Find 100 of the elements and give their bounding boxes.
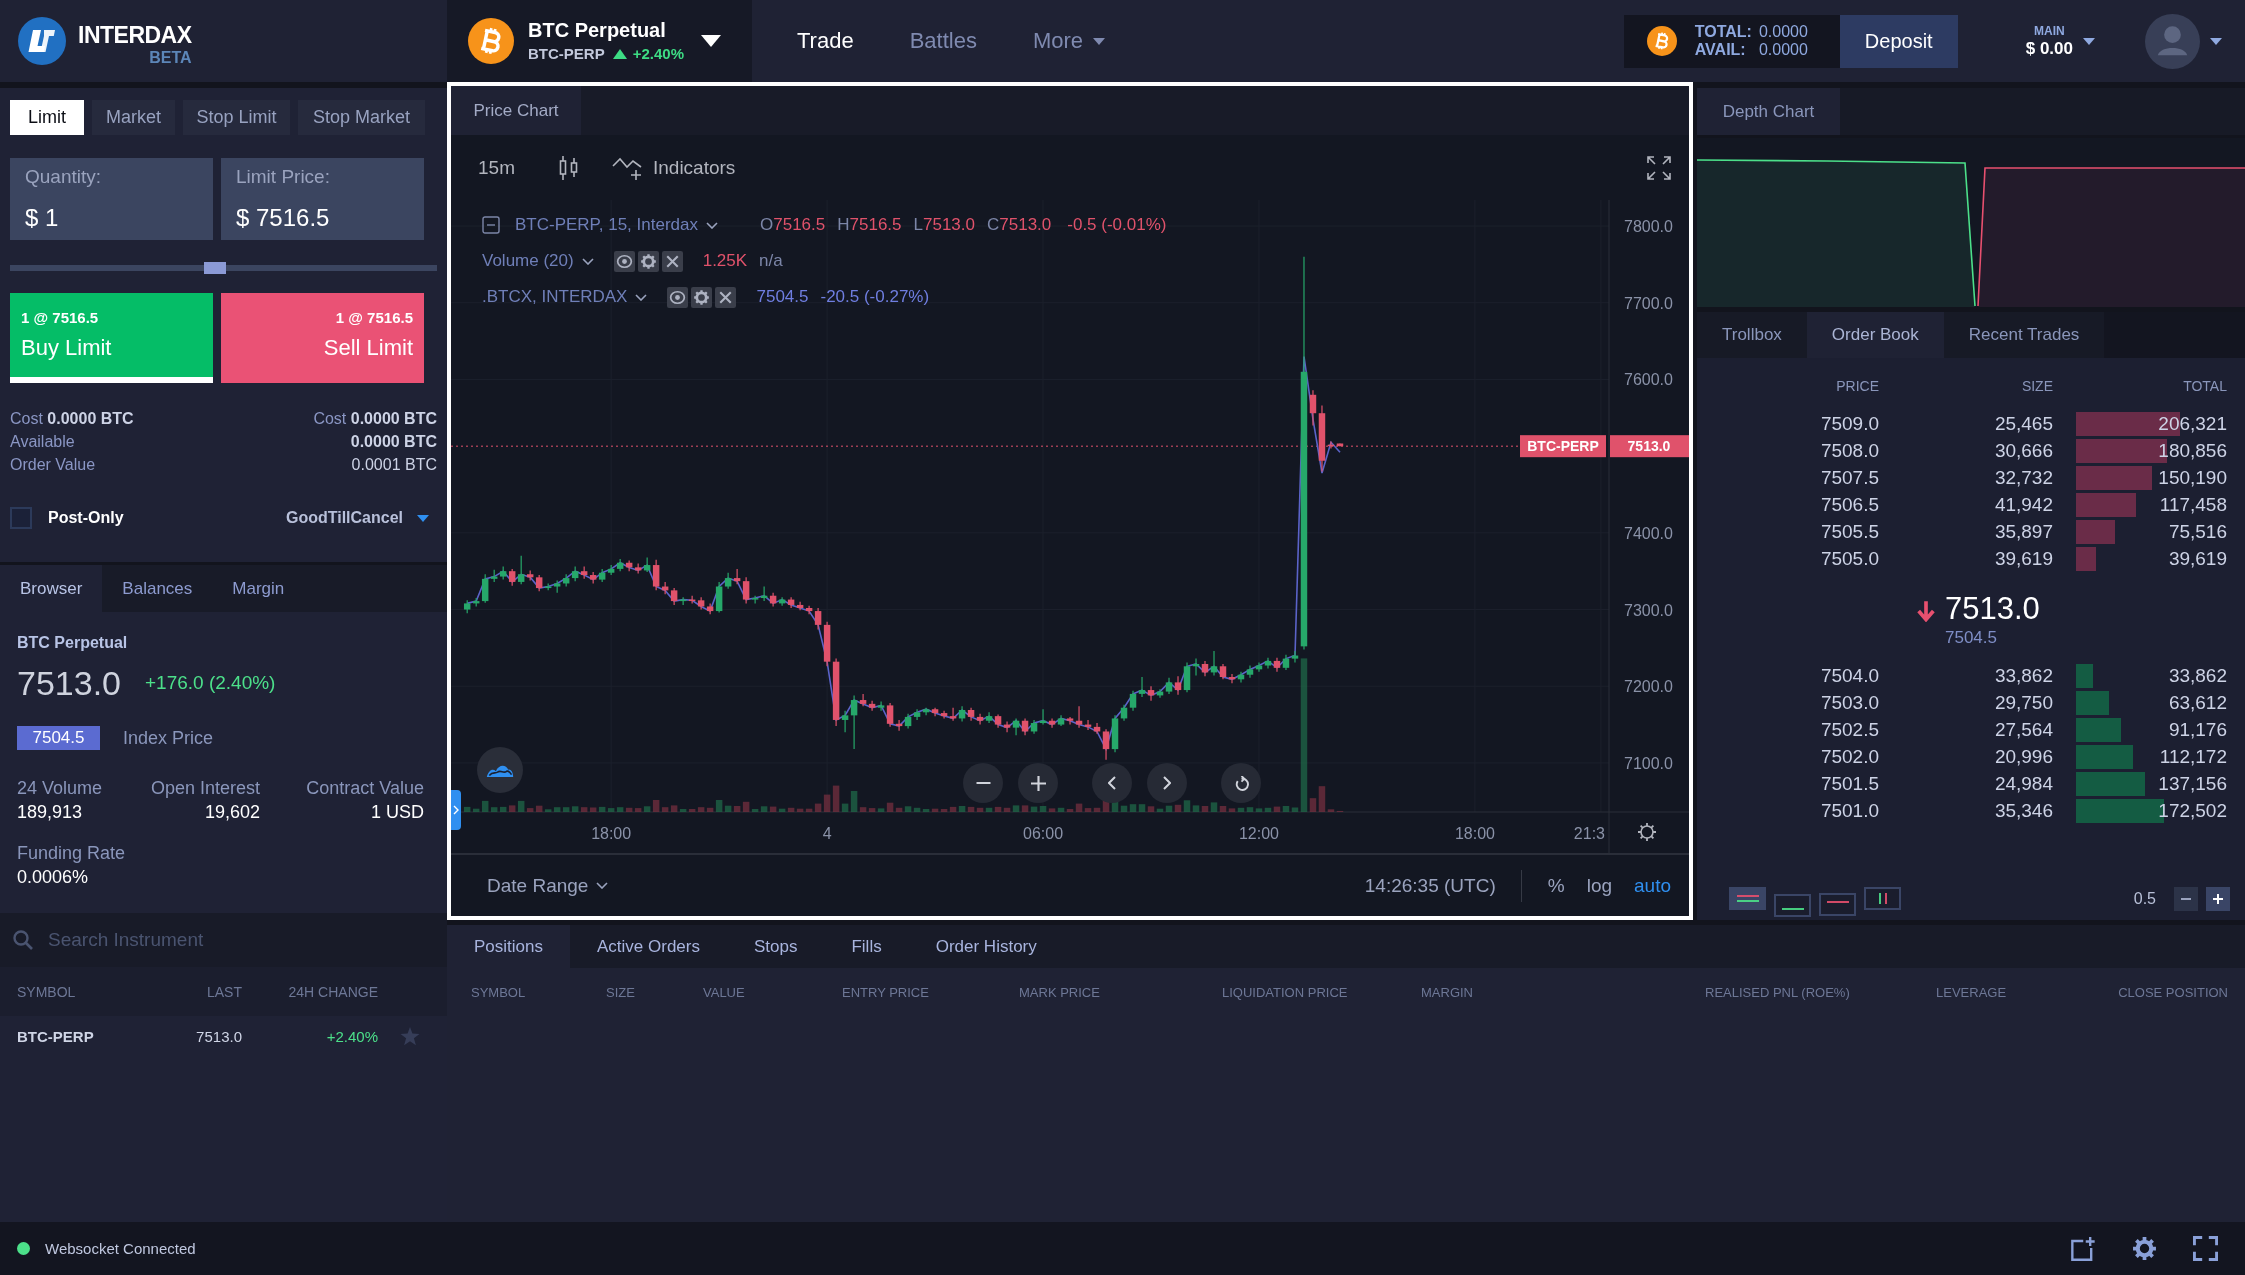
panel-tab[interactable]: Stops [726,925,825,968]
candles-icon[interactable] [558,154,579,181]
view-toggle[interactable] [1819,893,1856,916]
panel-toggle[interactable] [451,790,461,830]
fullscreen-icon[interactable] [2193,1236,2218,1261]
caret-icon[interactable] [2083,37,2095,45]
panel-tab[interactable]: Order History [908,925,1064,968]
date-range-button[interactable]: Date Range [487,874,609,897]
change-reading: -0.5 (-0.01%) [1067,215,1167,235]
study-title[interactable]: .BTCX, INTERDAX [482,287,628,307]
eye-icon[interactable] [613,250,635,272]
gear-icon[interactable] [637,250,659,272]
order-total: 172,502 [2158,799,2227,822]
order-total: 180,856 [2158,439,2227,462]
order-total: 33,862 [2168,664,2227,687]
time-in-force-dropdown[interactable]: GoodTillCancel [285,509,429,527]
interval-button[interactable]: 15m [478,156,515,179]
scale-toggle[interactable]: auto [1634,874,1671,897]
order-size: 27,564 [1993,718,2053,741]
panel-tab[interactable]: Depth Chart [1697,88,1840,135]
upper-line-icon [1826,900,1849,903]
quantity-slider[interactable] [10,265,437,271]
ask-price: 7506.5 [1819,493,1879,516]
nav-tab[interactable]: Trade [797,28,854,54]
summary-value: 0.0001 BTC [351,455,437,475]
bid-price: 7504.0 [1819,664,1879,687]
instrument-name: BTC Perpetual [17,633,129,653]
series-title[interactable]: BTC-PERP, 15, Interdax [515,215,698,235]
search-field[interactable]: Search Instrument [0,913,447,967]
order-total: 91,176 [2168,718,2227,741]
view-toggle[interactable] [1774,894,1811,917]
time-axis-label: 21:3 [1573,825,1605,842]
order-type-tab[interactable]: Stop Limit [183,100,290,135]
panel-tab[interactable]: Active Orders [570,925,727,968]
scale-toggle[interactable]: log [1586,874,1612,897]
panel-tab[interactable]: Browser [0,565,103,612]
avatar-icon[interactable] [2145,13,2200,69]
study-title[interactable]: Volume (20) [482,251,574,271]
order-type-tab[interactable]: Market [92,100,175,135]
column-header: SIZE [2020,378,2053,394]
chevron-down-icon[interactable] [635,293,648,301]
price-axis-label: 7600.0 [1624,371,1673,389]
clock-text: 14:26:35 (UTC) [1364,874,1496,897]
fullscreen-icon[interactable] [1646,154,1672,181]
beta-label: BETA [149,48,192,68]
time-axis-label: 06:00 [1023,825,1064,842]
column-header: CLOSE POSITION [2117,984,2228,1000]
ask-price: 7509.0 [1819,412,1879,435]
star-icon[interactable] [400,1026,420,1046]
chevron-down-icon[interactable] [581,257,594,265]
checkbox[interactable] [10,507,32,529]
indicators-button[interactable]: Indicators [611,154,736,181]
instrument-symbol: BTC-PERP [528,44,605,64]
scale-toggle[interactable]: % [1547,874,1565,897]
ohlc-reading: H7516.5 [837,215,902,235]
price-axis-label: 7300.0 [1624,601,1673,619]
instrument-name: BTC Perpetual [528,18,667,43]
sell-button[interactable]: 1 @ 7516.5 Sell Limit [221,293,424,383]
ohlc-reading: L7513.0 [913,215,975,235]
panel-tab[interactable]: Recent Trades [1943,312,2105,358]
logo-icon [18,17,66,65]
panel-tab[interactable]: Price Chart [451,86,581,135]
ohlc-reading: O7516.5 [760,215,826,235]
settings-icon[interactable] [2132,1236,2157,1261]
order-size: 24,984 [1993,772,2053,795]
decrease-button[interactable] [2174,886,2198,911]
column-header: LEVERAGE [1936,984,2008,1000]
nav-tab[interactable]: More [1032,28,1106,54]
order-total: 117,458 [2159,493,2227,516]
order-total: 112,172 [2159,745,2227,768]
order-total: 75,516 [2168,520,2227,543]
eye-icon[interactable] [667,286,689,308]
order-type-tab[interactable]: Limit [10,100,84,135]
panel-tab[interactable]: Positions [447,925,570,968]
time-axis-label: 18:00 [591,825,632,842]
collapse-icon[interactable] [482,216,500,234]
symbol-cell[interactable]: BTC-PERP [17,1027,147,1045]
panel-tab[interactable]: Fills [824,925,909,968]
search-icon [13,930,33,950]
settings-icon[interactable] [1637,822,1657,842]
view-toggle[interactable] [1864,887,1901,910]
deposit-button[interactable]: Deposit [1839,14,1958,68]
panel-tab[interactable]: Order Book [1806,312,1944,358]
time-axis-label: 12:00 [1238,825,1279,842]
nav-tab[interactable]: Battles [909,28,977,54]
index-label: Index Price [123,727,214,749]
view-toggle[interactable] [1729,887,1766,910]
increase-button[interactable] [2206,886,2230,911]
order-size: 20,996 [1993,745,2053,768]
gear-icon[interactable] [691,286,713,308]
order-type-tab[interactable]: Stop Market [298,100,425,135]
panel-tab[interactable]: Trollbox [1697,312,1807,358]
chevron-down-icon[interactable] [706,221,718,229]
close-icon[interactable] [715,286,737,308]
slider-handle[interactable] [203,262,226,274]
new-window-icon[interactable] [2071,1236,2096,1261]
bid-price: 7501.5 [1819,772,1879,795]
caret-icon[interactable] [701,35,721,47]
close-icon[interactable] [661,250,683,272]
caret-icon[interactable] [2210,37,2222,45]
